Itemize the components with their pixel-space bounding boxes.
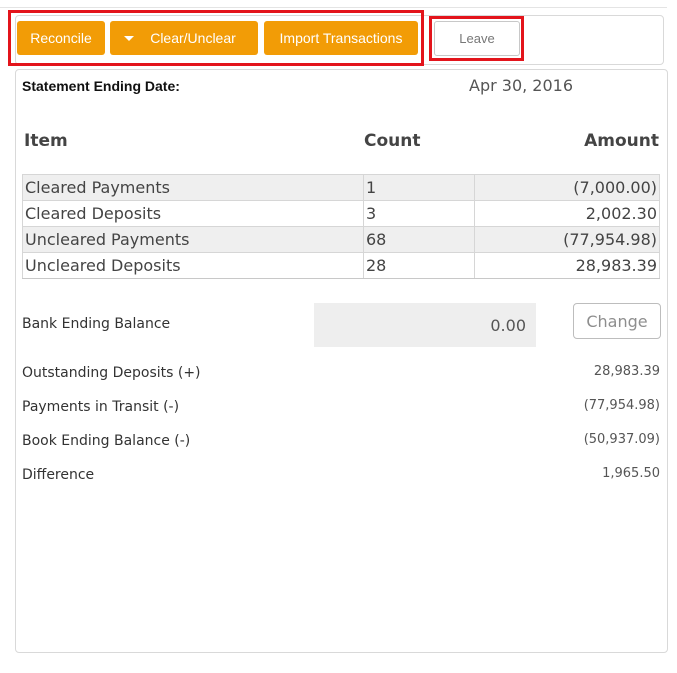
bank-ending-balance-label: Bank Ending Balance (22, 316, 171, 332)
item-cell: Uncleared Deposits (22, 252, 364, 279)
count-cell: 3 (363, 200, 475, 227)
outstanding-deposits-label: Outstanding Deposits (+) (22, 365, 201, 381)
amount-cell: 28,983.39 (474, 252, 660, 279)
top-divider (0, 7, 667, 8)
column-header-item: Item (24, 131, 68, 151)
book-ending-balance-label: Book Ending Balance (-) (22, 433, 191, 449)
bank-ending-balance-field[interactable]: 0.00 (314, 303, 536, 347)
column-header-amount: Amount (584, 131, 659, 151)
count-cell: 1 (363, 174, 475, 201)
items-table: Cleared Payments 1 (7,000.00) Cleared De… (22, 174, 660, 279)
amount-cell: (7,000.00) (474, 174, 660, 201)
item-cell: Cleared Payments (22, 174, 364, 201)
item-cell: Cleared Deposits (22, 200, 364, 227)
statement-ending-date-label: Statement Ending Date: (22, 78, 180, 94)
table-row: Cleared Deposits 3 2,002.30 (22, 200, 660, 227)
highlight-box-action-buttons (8, 10, 424, 66)
statement-ending-date-value: Apr 30, 2016 (469, 76, 574, 95)
difference-label: Difference (22, 467, 95, 483)
reconcile-panel (15, 69, 668, 653)
column-header-count: Count (364, 131, 421, 151)
highlight-box-leave (429, 16, 524, 61)
outstanding-deposits-value: 28,983.39 (593, 364, 660, 379)
count-cell: 68 (363, 226, 475, 253)
count-cell: 28 (363, 252, 475, 279)
table-row: Cleared Payments 1 (7,000.00) (22, 174, 660, 201)
table-row: Uncleared Payments 68 (77,954.98) (22, 226, 660, 253)
payments-in-transit-label: Payments in Transit (-) (22, 399, 180, 415)
book-ending-balance-value: (50,937.09) (583, 432, 660, 447)
item-cell: Uncleared Payments (22, 226, 364, 253)
table-row: Uncleared Deposits 28 28,983.39 (22, 252, 660, 279)
amount-cell: (77,954.98) (474, 226, 660, 253)
amount-cell: 2,002.30 (474, 200, 660, 227)
difference-value: 1,965.50 (602, 466, 660, 481)
payments-in-transit-value: (77,954.98) (583, 398, 660, 413)
change-button[interactable]: Change (573, 303, 661, 339)
